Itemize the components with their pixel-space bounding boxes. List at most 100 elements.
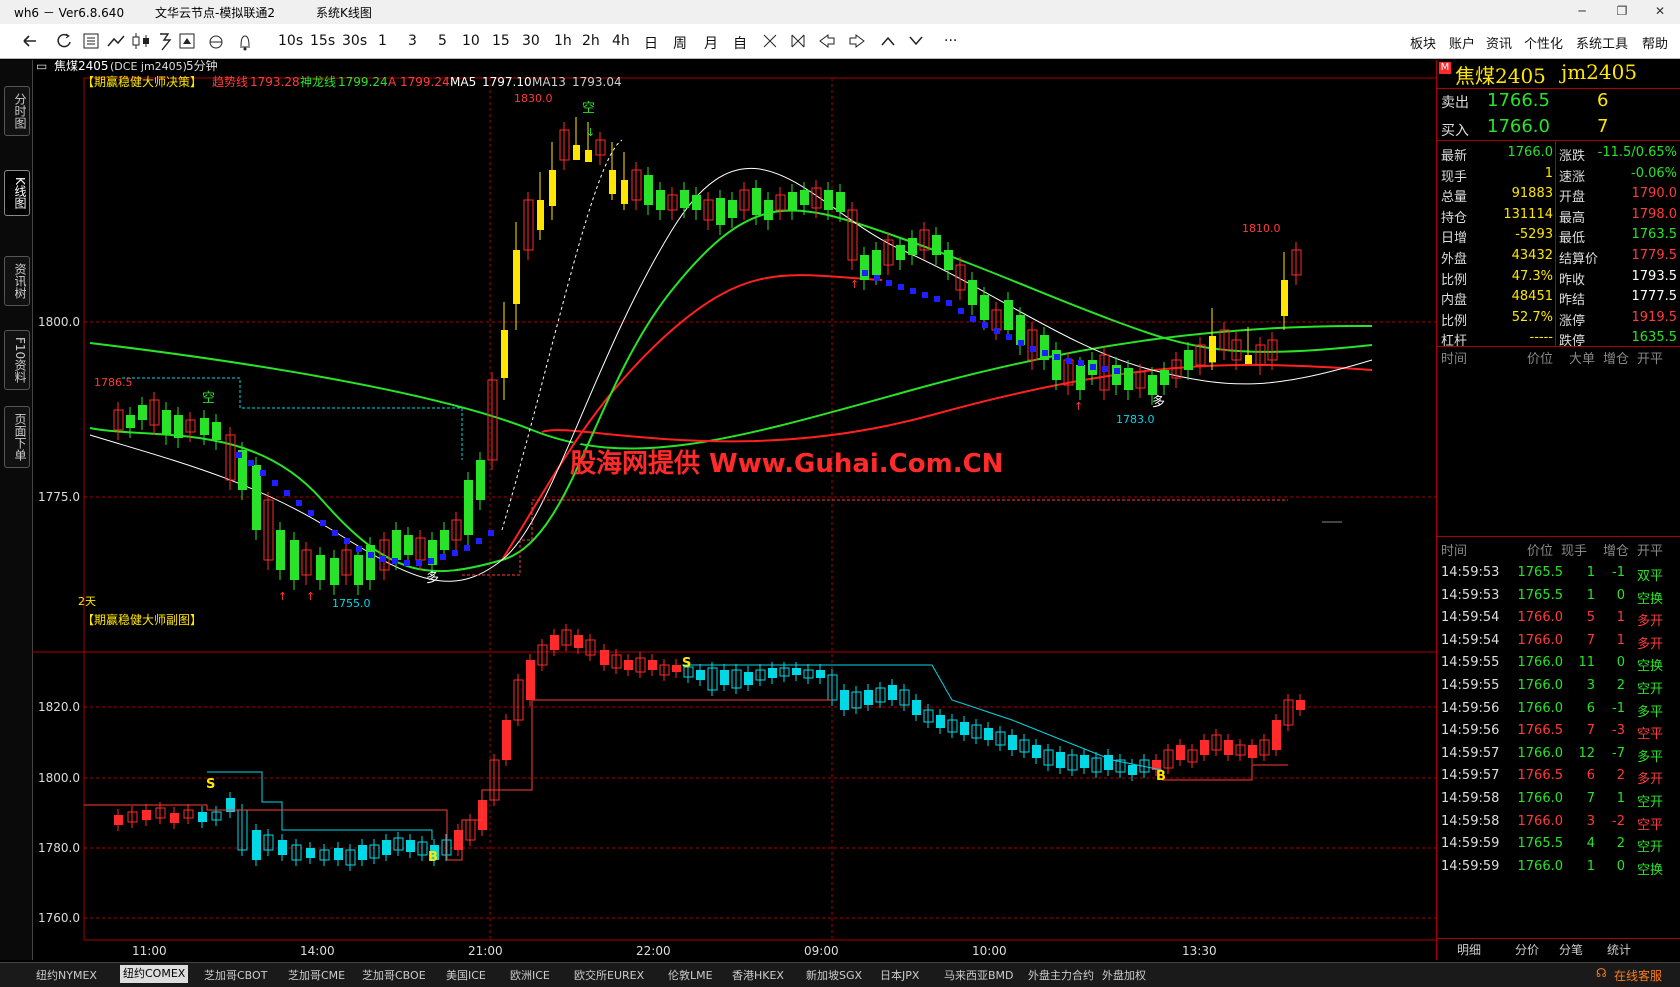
period-custom[interactable]: 自 bbox=[733, 33, 747, 53]
candle bbox=[404, 560, 410, 566]
sell-price[interactable]: 1766.5 bbox=[1487, 90, 1550, 111]
up-arrow-icon[interactable] bbox=[881, 36, 895, 46]
tab-detail[interactable]: 明细 bbox=[1457, 941, 1481, 958]
exchange-tab[interactable]: 纽约NYMEX bbox=[36, 967, 97, 983]
collapse-icon[interactable] bbox=[763, 34, 777, 48]
period-2h[interactable]: 2h bbox=[582, 33, 600, 49]
menu-news[interactable]: 资讯 bbox=[1486, 33, 1512, 52]
period-1m[interactable]: 1 bbox=[378, 33, 387, 49]
stat-value: 1766.0 bbox=[1507, 145, 1554, 160]
alarm-icon[interactable] bbox=[240, 35, 250, 51]
menu-sector[interactable]: 板块 bbox=[1410, 33, 1436, 52]
exchange-tab[interactable]: 外盘加权 bbox=[1102, 967, 1146, 983]
period-week[interactable]: 周 bbox=[673, 33, 687, 53]
long-signal-1: 多 bbox=[426, 570, 439, 586]
sub-indicator-name[interactable]: 【期赢稳健大师副图】 bbox=[82, 612, 202, 627]
exchange-tab[interactable]: 纽约COMEX bbox=[120, 965, 189, 983]
buy-price[interactable]: 1766.0 bbox=[1487, 116, 1550, 137]
exchange-tab[interactable]: 外盘主力合约 bbox=[1028, 967, 1094, 983]
tab-kline[interactable]: K线图 bbox=[4, 170, 30, 216]
candle bbox=[984, 728, 993, 740]
left-arrow-icon[interactable] bbox=[819, 34, 835, 48]
minimize-button[interactable]: ─ bbox=[1568, 4, 1596, 18]
candle bbox=[1176, 745, 1185, 760]
tick-row: 14:59:59 1765.5 4 2 空开 bbox=[1441, 836, 1664, 856]
period-10m[interactable]: 10 bbox=[462, 33, 480, 49]
candle bbox=[1272, 720, 1281, 750]
period-4h[interactable]: 4h bbox=[612, 33, 630, 49]
exchange-tab[interactable]: 芝加哥CBOT bbox=[204, 967, 267, 983]
candle bbox=[788, 192, 797, 210]
candle bbox=[198, 812, 207, 822]
online-service-link[interactable]: 在线客服 bbox=[1614, 967, 1662, 984]
tab-stats[interactable]: 统计 bbox=[1607, 941, 1631, 958]
stat-label: 比例 bbox=[1441, 313, 1468, 329]
period-10s[interactable]: 10s bbox=[278, 33, 303, 49]
candle bbox=[330, 558, 339, 585]
period-30s[interactable]: 30s bbox=[342, 33, 367, 49]
exchange-tab[interactable]: 欧洲ICE bbox=[510, 967, 550, 983]
headset-icon[interactable]: ☊ bbox=[1596, 966, 1607, 980]
tab-f10[interactable]: F10资料 bbox=[4, 330, 30, 391]
back-icon[interactable] bbox=[23, 35, 36, 47]
exchange-tab[interactable]: 伦敦LME bbox=[668, 967, 713, 983]
exchange-tab[interactable]: 欧交所EUREX bbox=[574, 967, 644, 983]
candle-icon[interactable] bbox=[132, 33, 149, 49]
more-button[interactable]: ··· bbox=[944, 33, 957, 49]
period-1h[interactable]: 1h bbox=[554, 33, 572, 49]
menu-personalize[interactable]: 个性化 bbox=[1524, 33, 1563, 52]
tab-ticks[interactable]: 分笔 bbox=[1559, 941, 1583, 958]
exchange-tab[interactable]: 马来西亚BMD bbox=[944, 967, 1014, 983]
menu-account[interactable]: 账户 bbox=[1449, 33, 1475, 52]
candle bbox=[440, 554, 446, 560]
exchange-tab[interactable]: 美国ICE bbox=[446, 967, 486, 983]
chart-canvas[interactable]: 1800.0 1775.0 1820.0 1800.0 1780.0 1760.… bbox=[32, 58, 1436, 960]
tab-price-dist[interactable]: 分价 bbox=[1515, 941, 1539, 958]
buy-signal-1: B bbox=[428, 850, 438, 865]
period-3m[interactable]: 3 bbox=[408, 33, 417, 49]
stat-value: 1798.0 bbox=[1631, 206, 1678, 222]
kline-chart[interactable]: 1800.0 1775.0 1820.0 1800.0 1780.0 1760.… bbox=[32, 58, 1436, 960]
stat-value: 1919.5 bbox=[1631, 309, 1678, 325]
refresh-icon[interactable] bbox=[57, 33, 71, 48]
menu-system-tools[interactable]: 系统工具 bbox=[1576, 33, 1628, 52]
period-month[interactable]: 月 bbox=[704, 33, 718, 53]
candle bbox=[864, 690, 873, 705]
candle bbox=[912, 700, 921, 715]
candle bbox=[1080, 755, 1089, 768]
select-icon[interactable] bbox=[179, 33, 195, 49]
candle bbox=[573, 145, 580, 160]
menu-help[interactable]: 帮助 bbox=[1642, 33, 1668, 52]
main-indicator-name[interactable]: 【期赢稳健大师决策】 bbox=[82, 74, 202, 89]
stat-value: 47.3% bbox=[1511, 268, 1553, 284]
period-15m[interactable]: 15 bbox=[492, 33, 510, 49]
close-button[interactable]: ✕ bbox=[1646, 4, 1674, 18]
trend-icon[interactable] bbox=[107, 35, 125, 47]
chart-period-select[interactable]: 5分钟 bbox=[186, 58, 218, 73]
tab-news-tree[interactable]: 资讯树 bbox=[4, 256, 30, 306]
period-day[interactable]: 日 bbox=[644, 33, 658, 53]
candle bbox=[1124, 368, 1133, 390]
exchange-tab[interactable]: 新加坡SGX bbox=[806, 967, 862, 983]
exchange-tab[interactable]: 香港HKEX bbox=[732, 967, 784, 983]
maximize-button[interactable]: ❐ bbox=[1608, 4, 1636, 18]
expand-icon[interactable] bbox=[791, 34, 805, 48]
down-arrow-icon[interactable] bbox=[909, 36, 923, 46]
exchange-tab[interactable]: 芝加哥CBOE bbox=[362, 967, 426, 983]
exchange-tab[interactable]: 芝加哥CME bbox=[288, 967, 345, 983]
quote-row: 现手 1 速涨 -0.06% bbox=[1437, 163, 1680, 185]
tab-timeshare[interactable]: 分时图 bbox=[4, 86, 30, 136]
cloud-icon[interactable] bbox=[209, 35, 223, 49]
exchange-tab[interactable]: 日本JPX bbox=[880, 967, 919, 983]
period-15s[interactable]: 15s bbox=[310, 33, 335, 49]
candle bbox=[1042, 350, 1048, 356]
stat-label: 最低 bbox=[1559, 231, 1586, 247]
period-30m[interactable]: 30 bbox=[522, 33, 540, 49]
long-signal-2: 多 bbox=[1152, 394, 1165, 410]
period-5m[interactable]: 5 bbox=[438, 33, 447, 49]
tab-order[interactable]: 页面下单 bbox=[4, 406, 30, 468]
f10-icon[interactable] bbox=[160, 33, 172, 51]
sub-y-label-1760: 1760.0 bbox=[38, 911, 80, 925]
right-arrow-icon[interactable] bbox=[849, 34, 865, 48]
list-icon[interactable] bbox=[83, 33, 99, 49]
